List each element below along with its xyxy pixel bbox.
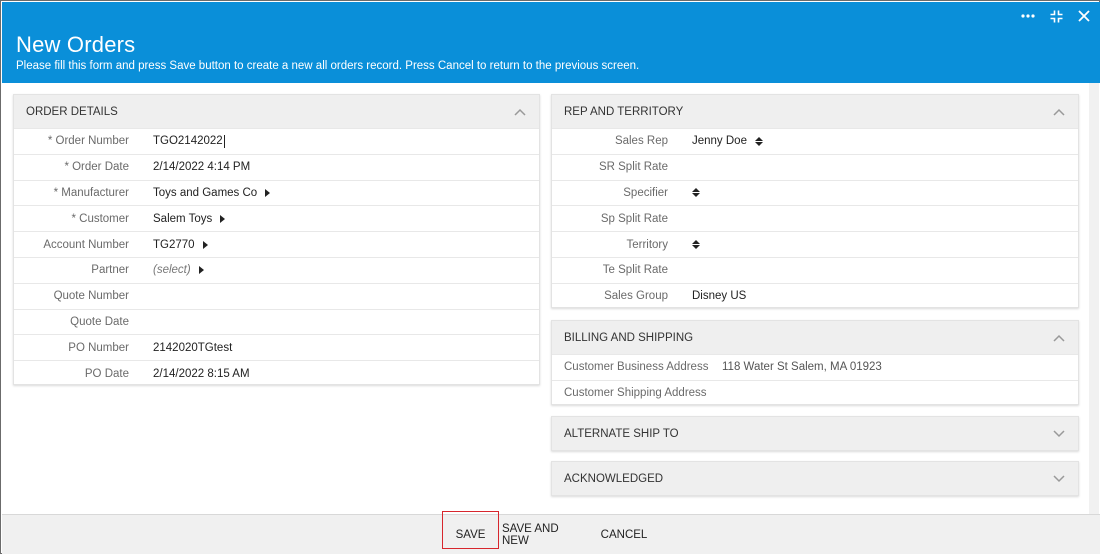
acknowledged-header[interactable]: ACKNOWLEDGED [552,462,1078,495]
arrow-right-icon [220,214,226,223]
po-date-input[interactable]: 2/14/2022 8:15 AM [153,368,250,380]
field-label: * Order Number [47,135,129,148]
shipping-address-row: Customer Shipping Address [552,379,1078,406]
collapse-icon[interactable] [1048,8,1064,24]
cancel-button[interactable]: CANCEL [599,515,649,554]
manufacturer-row: * Manufacturer Toys and Games Co [14,179,539,206]
chevron-down-icon[interactable] [1052,427,1066,441]
po-number-input[interactable]: 2142020TGtest [153,342,232,354]
te-split-rate-input[interactable] [692,258,1078,283]
more-icon[interactable] [1020,8,1036,24]
partner-lookup[interactable]: (select) [153,264,204,276]
sort-icon [692,188,700,198]
sales-rep-row: Sales Rep Jenny Doe [552,128,1078,154]
field-label: Te Split Rate [602,264,668,277]
quote-date-row: Quote Date [14,308,539,335]
order-details-header[interactable]: ORDER DETAILS [14,95,539,128]
sales-rep-select[interactable]: Jenny Doe [692,135,763,147]
page-title: New Orders [16,32,136,57]
business-address-row: Customer Business Address 118 Water St S… [552,354,1078,380]
field-label: Customer Shipping Address [564,387,707,400]
chevron-up-icon[interactable] [513,105,527,119]
account-number-lookup[interactable]: TG2770 [153,239,208,251]
sales-group-value: Disney US [692,290,747,303]
sort-icon [754,136,763,146]
field-label: Quote Number [53,290,129,303]
manufacturer-lookup[interactable]: Toys and Games Co [153,187,271,199]
te-split-rate-row: Te Split Rate [552,256,1078,283]
quote-number-row: Quote Number [14,282,539,309]
field-label: * Manufacturer [53,186,129,199]
field-label: PO Date [84,367,129,380]
specifier-row: Specifier [552,179,1078,206]
scrollbar[interactable] [1089,83,1099,514]
quote-number-input[interactable] [153,284,539,309]
field-label: Sales Group [604,290,668,303]
field-label: Sales Rep [614,135,668,148]
section-title: ACKNOWLEDGED [564,472,664,485]
field-label: Territory [626,238,668,251]
partner-row: Partner (select) [14,256,539,283]
field-label: SR Split Rate [598,161,668,174]
billing-shipping-header[interactable]: BILLING AND SHIPPING [552,321,1078,354]
order-number-input[interactable]: TGO2142022 [153,134,225,148]
sp-split-rate-row: Sp Split Rate [552,205,1078,231]
section-title: BILLING AND SHIPPING [564,331,694,344]
account-number-row: Account Number TG2770 [14,231,539,257]
field-label: * Customer [71,212,129,225]
sr-split-rate-row: SR Split Rate [552,153,1078,180]
field-label: Specifier [623,186,668,199]
field-label: * Order Date [64,161,129,174]
field-label: Account Number [43,238,129,251]
field-label: Customer Business Address [564,361,709,374]
section-title: ALTERNATE SHIP TO [564,427,679,440]
customer-row: * Customer Salem Toys [14,205,539,231]
sr-split-rate-input[interactable] [692,155,1078,180]
order-number-row: * Order Number TGO2142022 [14,128,539,154]
save-button[interactable]: SAVE [442,515,499,554]
po-date-row: PO Date 2/14/2022 8:15 AM [14,360,539,386]
territory-row: Territory [552,231,1078,257]
field-label: Quote Date [70,315,129,328]
acknowledged-section: ACKNOWLEDGED [551,461,1079,496]
po-number-row: PO Number 2142020TGtest [14,334,539,360]
order-date-input[interactable]: 2/14/2022 4:14 PM [153,161,250,173]
alternate-ship-section: ALTERNATE SHIP TO [551,416,1079,451]
field-label: Partner [91,264,129,277]
dialog-footer: SAVE SAVE AND NEW CANCEL [2,511,1100,554]
page-subtitle: Please fill this form and press Save but… [16,60,640,72]
form-body: ORDER DETAILS * Order Number TGO2142022 … [2,83,1100,514]
customer-lookup[interactable]: Salem Toys [153,213,226,225]
arrow-right-icon [202,240,208,249]
save-and-new-button[interactable]: SAVE AND NEW [502,515,588,554]
field-label: PO Number [68,341,129,354]
alternate-ship-header[interactable]: ALTERNATE SHIP TO [552,417,1078,450]
field-label: Sp Split Rate [600,212,668,225]
sp-split-rate-input[interactable] [692,206,1078,231]
sales-group-row: Sales Group Disney US [552,282,1078,309]
section-title: REP AND TERRITORY [564,105,684,118]
quote-date-input[interactable] [153,310,539,335]
close-icon[interactable] [1076,8,1092,24]
dialog-header: New Orders Please fill this form and pre… [2,2,1100,83]
arrow-right-icon [265,188,271,197]
chevron-up-icon[interactable] [1052,331,1066,345]
specifier-select[interactable] [684,188,700,198]
section-title: ORDER DETAILS [26,105,118,118]
order-details-section: ORDER DETAILS * Order Number TGO2142022 … [13,94,540,385]
business-address-value: 118 Water St Salem, MA 01923 [722,361,882,374]
chevron-up-icon[interactable] [1052,105,1066,119]
territory-select[interactable] [684,240,700,250]
rep-territory-header[interactable]: REP AND TERRITORY [552,95,1078,128]
billing-shipping-section: BILLING AND SHIPPING Customer Business A… [551,320,1079,405]
chevron-down-icon[interactable] [1052,472,1066,486]
rep-territory-section: REP AND TERRITORY Sales Rep Jenny Doe SR… [551,94,1079,308]
dialog-frame: New Orders Please fill this form and pre… [0,0,1100,554]
order-date-row: * Order Date 2/14/2022 4:14 PM [14,153,539,180]
sort-icon [692,240,700,250]
arrow-right-icon [198,266,204,275]
